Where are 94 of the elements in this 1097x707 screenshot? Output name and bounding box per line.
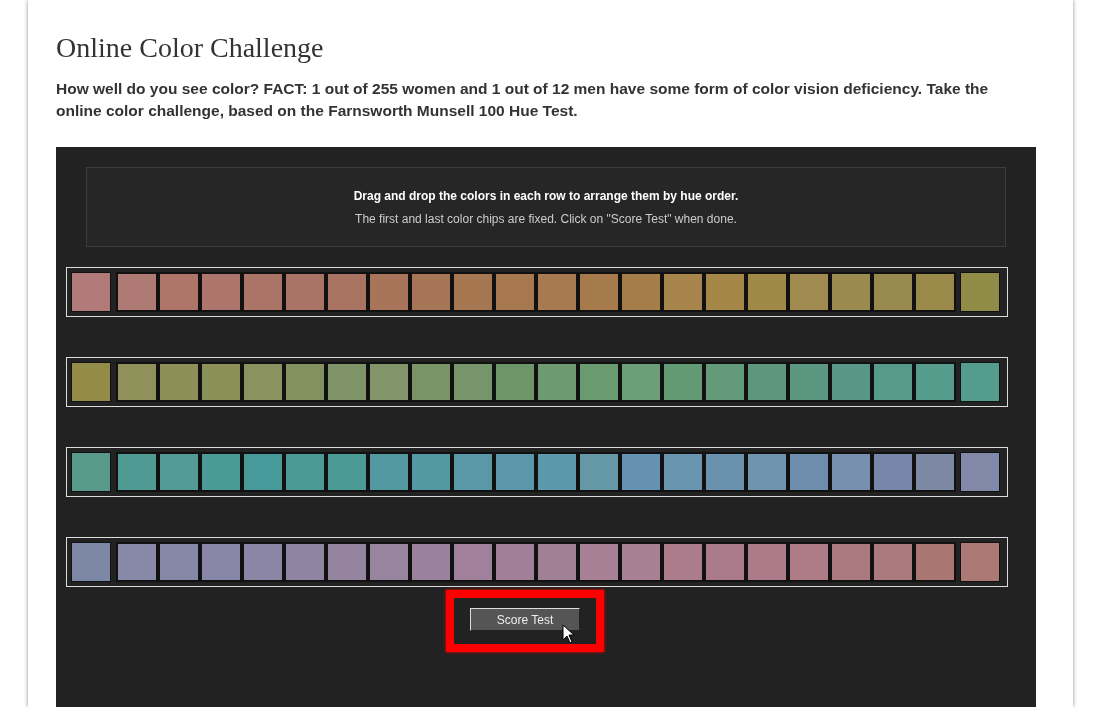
color-chip[interactable] (536, 272, 578, 312)
color-chip[interactable] (284, 362, 326, 402)
color-chip[interactable] (872, 452, 914, 492)
color-chip[interactable] (914, 362, 956, 402)
color-chip[interactable] (914, 542, 956, 582)
color-chip[interactable] (410, 542, 452, 582)
color-chip[interactable] (662, 362, 704, 402)
color-chip[interactable] (788, 452, 830, 492)
color-chip[interactable] (746, 362, 788, 402)
instructions-note: The first and last color chips are fixed. Click on "Score Test" when done. (355, 211, 737, 226)
color-chip[interactable] (536, 362, 578, 402)
color-chip[interactable] (116, 272, 158, 312)
color-chip[interactable] (830, 362, 872, 402)
color-chip[interactable] (494, 272, 536, 312)
instructions-heading: Drag and drop the colors in each row to arrange them by hue order. (353, 188, 739, 203)
color-chip[interactable] (71, 542, 111, 582)
color-chip[interactable] (830, 452, 872, 492)
color-chip[interactable] (158, 452, 200, 492)
intro-text: How well do you see color? FACT: 1 out of 255 women and 1 out of 12 men have some form of color vision deficiency. Take the online color challenge, based on the Farnsworth Munsell 100 Hue Test. (56, 79, 990, 121)
color-chip[interactable] (368, 362, 410, 402)
color-chip[interactable] (872, 542, 914, 582)
color-chip[interactable] (872, 272, 914, 312)
color-chip[interactable] (452, 542, 494, 582)
color-chip[interactable] (578, 542, 620, 582)
color-chip[interactable] (158, 272, 200, 312)
color-chip[interactable] (452, 272, 494, 312)
color-chip[interactable] (410, 452, 452, 492)
color-chip[interactable] (746, 272, 788, 312)
color-chip[interactable] (960, 542, 1000, 582)
color-chip[interactable] (452, 362, 494, 402)
color-chip[interactable] (578, 362, 620, 402)
cursor-icon (562, 624, 576, 644)
color-chip[interactable] (116, 452, 158, 492)
color-chip[interactable] (368, 272, 410, 312)
color-chip[interactable] (872, 362, 914, 402)
color-chip[interactable] (326, 542, 368, 582)
color-chip[interactable] (242, 362, 284, 402)
color-chip[interactable] (410, 362, 452, 402)
color-chip[interactable] (620, 542, 662, 582)
color-chip[interactable] (158, 362, 200, 402)
color-chip[interactable] (960, 362, 1000, 402)
color-chip[interactable] (704, 362, 746, 402)
color-chip[interactable] (326, 452, 368, 492)
color-chip[interactable] (326, 272, 368, 312)
color-chip[interactable] (494, 362, 536, 402)
color-chip[interactable] (410, 272, 452, 312)
color-chip[interactable] (830, 272, 872, 312)
color-chip[interactable] (746, 452, 788, 492)
color-chip[interactable] (452, 452, 494, 492)
color-chip[interactable] (914, 272, 956, 312)
page-title: Online Color Challenge (56, 32, 325, 64)
color-chip[interactable] (662, 272, 704, 312)
color-chip[interactable] (662, 452, 704, 492)
color-chip[interactable] (960, 272, 1000, 312)
color-chip[interactable] (71, 452, 111, 492)
color-chip[interactable] (242, 542, 284, 582)
color-chip[interactable] (578, 452, 620, 492)
color-chip[interactable] (704, 452, 746, 492)
color-chip[interactable] (620, 452, 662, 492)
color-chip[interactable] (368, 542, 410, 582)
color-chip[interactable] (284, 452, 326, 492)
color-chip[interactable] (71, 272, 111, 312)
color-chip[interactable] (116, 362, 158, 402)
color-chip[interactable] (284, 542, 326, 582)
color-chip[interactable] (788, 542, 830, 582)
color-chip[interactable] (788, 272, 830, 312)
color-chip[interactable] (200, 452, 242, 492)
color-chip[interactable] (746, 542, 788, 582)
color-chip[interactable] (200, 542, 242, 582)
color-chip[interactable] (536, 542, 578, 582)
color-chip[interactable] (960, 452, 1000, 492)
color-chip[interactable] (326, 362, 368, 402)
color-chip[interactable] (578, 272, 620, 312)
color-chip[interactable] (284, 272, 326, 312)
color-chip[interactable] (662, 542, 704, 582)
color-chip[interactable] (71, 362, 111, 402)
color-chip[interactable] (536, 452, 578, 492)
color-chip[interactable] (368, 452, 410, 492)
color-chip[interactable] (200, 272, 242, 312)
color-chip[interactable] (788, 362, 830, 402)
color-chip[interactable] (620, 362, 662, 402)
color-chip[interactable] (158, 542, 200, 582)
color-chip[interactable] (200, 362, 242, 402)
color-chip[interactable] (914, 452, 956, 492)
color-chip[interactable] (116, 542, 158, 582)
color-chip[interactable] (704, 272, 746, 312)
color-chip[interactable] (704, 542, 746, 582)
color-chip[interactable] (494, 542, 536, 582)
color-chip[interactable] (494, 452, 536, 492)
color-chip[interactable] (242, 452, 284, 492)
color-chip[interactable] (242, 272, 284, 312)
color-chip[interactable] (620, 272, 662, 312)
color-chip[interactable] (830, 542, 872, 582)
score-test-button[interactable]: Score Test (470, 608, 580, 631)
